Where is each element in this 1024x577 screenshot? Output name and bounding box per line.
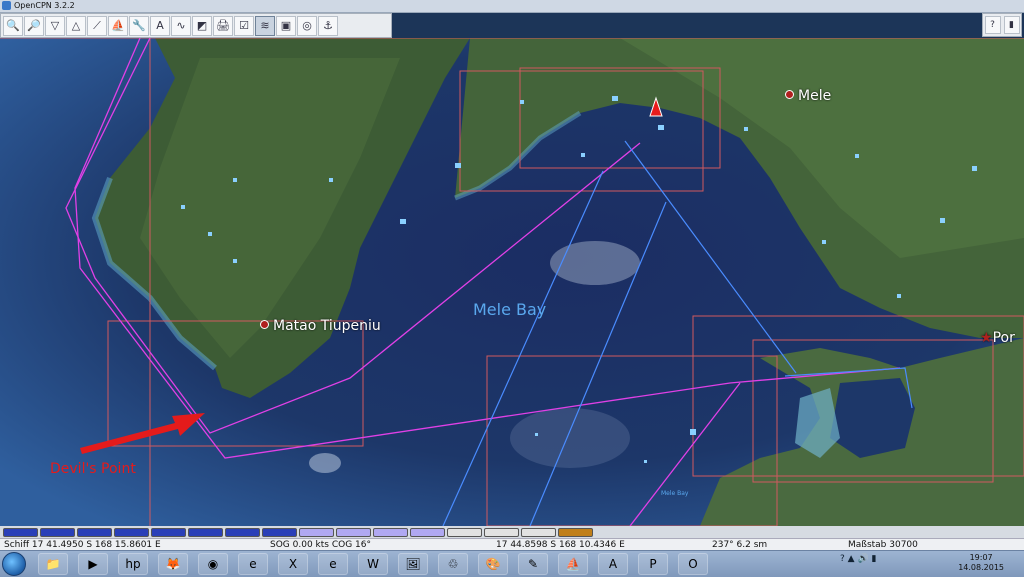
bay-label-small: Mele Bay: [661, 490, 689, 497]
chart-bar-cell[interactable]: [188, 527, 223, 537]
follow-icon[interactable]: ⛵: [108, 15, 128, 36]
chart-bar-cell[interactable]: [484, 527, 519, 537]
paint-icon[interactable]: 🎨: [478, 553, 508, 575]
tides-icon[interactable]: ◩: [192, 15, 212, 36]
clock-date: 14.08.2015: [958, 563, 1004, 572]
settings-icon[interactable]: 🔧: [129, 15, 149, 36]
system-tray: ? ▲ 🔊 ▮: [840, 554, 877, 564]
toolbar-right: ? ▮: [982, 13, 1022, 37]
clock-time: 19:07: [969, 553, 993, 562]
opencpn-icon[interactable]: ⛵: [558, 553, 588, 575]
pdf-icon[interactable]: P: [638, 553, 668, 575]
main-toolbar: 🔍 🔎 ▽ △ ⟋ ⛵ 🔧 A ∿ ◩ 🖨 ☑ ≋ ▣ ◎ ⚓: [0, 13, 392, 38]
image-icon[interactable]: 🖼: [398, 553, 428, 575]
ais-icon[interactable]: ⚓: [318, 15, 338, 36]
chart-bar-cell[interactable]: [3, 527, 38, 537]
place-marker-icon: [260, 320, 269, 329]
help-icon[interactable]: ?: [984, 16, 1001, 34]
chart-bar-cell[interactable]: [521, 527, 556, 537]
window-title: OpenCPN 3.2.2: [14, 1, 75, 10]
zoom-out-icon[interactable]: 🔎: [24, 15, 44, 36]
scale-out-icon[interactable]: △: [66, 15, 86, 36]
route-icon[interactable]: ⟋: [87, 15, 107, 36]
pen-icon[interactable]: ✎: [518, 553, 548, 575]
scale-in-icon[interactable]: ▽: [45, 15, 65, 36]
media-player-icon[interactable]: ▶: [78, 553, 108, 575]
chart-quilt-icon[interactable]: ☑: [234, 15, 254, 36]
network-icon[interactable]: ▮: [872, 554, 877, 564]
signal-icon[interactable]: ▮: [1003, 16, 1020, 34]
annotation-devils-point: Devil's Point: [50, 461, 136, 477]
mob-icon[interactable]: ◎: [297, 15, 317, 36]
zoom-in-icon[interactable]: 🔍: [3, 15, 23, 36]
word-icon[interactable]: W: [358, 553, 388, 575]
place-matao-tiupeniu: Matao Tiupeniu: [260, 318, 381, 334]
firefox-icon[interactable]: 🦊: [158, 553, 188, 575]
chart-bar-cell[interactable]: [114, 527, 149, 537]
volume-icon[interactable]: 🔊: [857, 554, 868, 564]
cloud: [550, 241, 640, 285]
chart-bar-cell[interactable]: [77, 527, 112, 537]
chart-bar-cell[interactable]: [151, 527, 186, 537]
acrobat-icon[interactable]: A: [598, 553, 628, 575]
chart-bar-cell[interactable]: [373, 527, 408, 537]
cloud: [309, 453, 341, 473]
chart-bar-cell[interactable]: [410, 527, 445, 537]
chart-bar-cell[interactable]: [225, 527, 260, 537]
place-port: ★Por: [980, 330, 1015, 346]
print-icon[interactable]: 🖨: [213, 15, 233, 36]
cloud: [510, 408, 630, 468]
chart-canvas[interactable]: Mele Matao Tiupeniu ★Por Mele Bay Mele B…: [0, 38, 1024, 526]
windows-taskbar: 📁 ▶ hp 🦊 ◉ e Xe W 🖼 ♲ 🎨 ✎ ⛵ A P O ? ▲ 🔊 ▮ 19:07 14.08.2…: [0, 550, 1024, 577]
explorer-icon[interactable]: 📁: [38, 553, 68, 575]
hp-icon[interactable]: hp: [118, 553, 148, 575]
chart-bar-cell[interactable]: [40, 527, 75, 537]
toolbox-icon[interactable]: ▣: [276, 15, 296, 36]
place-marker-icon: [785, 90, 794, 99]
text-icon[interactable]: A: [150, 15, 170, 36]
chrome-icon[interactable]: ◉: [198, 553, 228, 575]
excel-icon[interactable]: X: [278, 553, 308, 575]
chart-bar-cell[interactable]: [336, 527, 371, 537]
harbour-water: [830, 378, 915, 458]
recycle-icon[interactable]: ♲: [438, 553, 468, 575]
ie-icon[interactable]: e: [238, 553, 268, 575]
chart-bar-cell[interactable]: [558, 527, 593, 537]
chart-bar-cell[interactable]: [447, 527, 482, 537]
place-mele: Mele: [785, 88, 831, 104]
chart-bar-cell[interactable]: [299, 527, 334, 537]
ie2-icon[interactable]: e: [318, 553, 348, 575]
bay-label: Mele Bay: [473, 300, 547, 319]
track-icon[interactable]: ≋: [255, 15, 275, 36]
star-icon: ★: [980, 330, 993, 346]
start-button[interactable]: [2, 552, 26, 576]
title-bar: OpenCPN 3.2.2: [0, 0, 1024, 13]
clock[interactable]: 19:07 14.08.2015: [958, 553, 1004, 573]
chart-bar-cell[interactable]: [262, 527, 297, 537]
current-icon[interactable]: ∿: [171, 15, 191, 36]
clipboard-icon[interactable]: O: [678, 553, 708, 575]
chart-drawing: [0, 38, 1024, 526]
chart-bar: [0, 526, 1024, 538]
help-tray-icon[interactable]: ?: [840, 554, 845, 564]
arrow-up-tray-icon[interactable]: ▲: [848, 554, 855, 564]
opencpn-app-icon: [2, 1, 11, 10]
